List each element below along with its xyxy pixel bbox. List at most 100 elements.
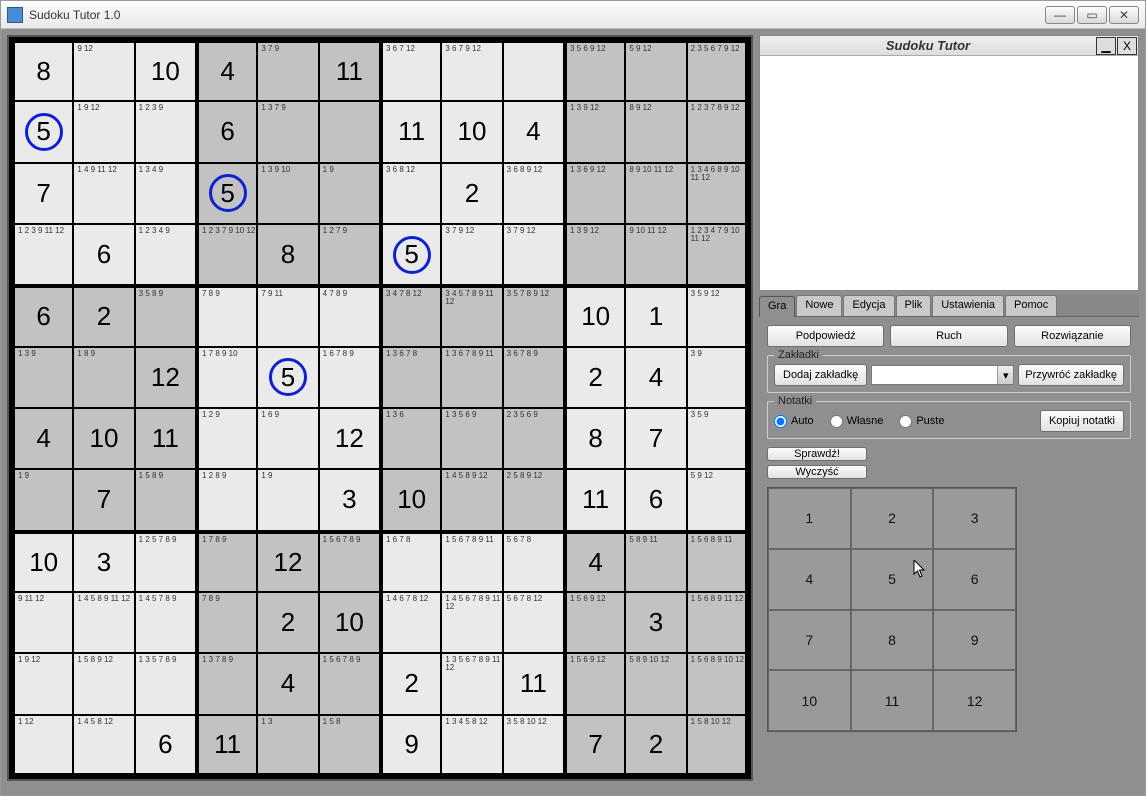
cell-r6-c0[interactable]: 4 <box>12 408 73 469</box>
cell-r5-c2[interactable]: 12 <box>135 347 196 408</box>
cell-r7-c2[interactable]: 1 5 8 9 <box>135 469 196 530</box>
solve-button[interactable]: Rozwiązanie <box>1014 325 1131 347</box>
cell-r0-c2[interactable]: 10 <box>135 40 196 101</box>
cell-r11-c6[interactable]: 9 <box>380 715 441 776</box>
cell-r5-c3[interactable]: 1 7 8 9 10 <box>196 347 257 408</box>
check-button[interactable]: Sprawdź! <box>767 447 867 461</box>
copy-notes-button[interactable]: Kopiuj notatki <box>1040 410 1124 432</box>
cell-r11-c3[interactable]: 11 <box>196 715 257 776</box>
cell-r7-c9[interactable]: 11 <box>564 469 625 530</box>
cell-r10-c2[interactable]: 1 3 5 7 8 9 <box>135 653 196 714</box>
numkey-10[interactable]: 10 <box>768 670 851 731</box>
cell-r8-c5[interactable]: 1 5 6 7 8 9 <box>319 531 380 592</box>
cell-r5-c8[interactable]: 3 6 7 8 9 <box>503 347 564 408</box>
clear-button[interactable]: Wyczyść <box>767 465 867 479</box>
cell-r9-c6[interactable]: 1 4 6 7 8 12 <box>380 592 441 653</box>
cell-r2-c7[interactable]: 2 <box>441 163 502 224</box>
cell-r10-c11[interactable]: 1 5 6 8 9 10 12 <box>687 653 748 714</box>
cell-r3-c0[interactable]: 1 2 3 9 11 12 <box>12 224 73 285</box>
cell-r7-c8[interactable]: 2 5 8 9 12 <box>503 469 564 530</box>
cell-r3-c9[interactable]: 1 3 9 12 <box>564 224 625 285</box>
cell-r11-c11[interactable]: 1 5 8 10 12 <box>687 715 748 776</box>
cell-r4-c5[interactable]: 4 7 8 9 <box>319 285 380 346</box>
numkey-8[interactable]: 8 <box>851 610 934 671</box>
cell-r0-c7[interactable]: 3 6 7 9 12 <box>441 40 502 101</box>
cell-r8-c2[interactable]: 1 2 5 7 8 9 <box>135 531 196 592</box>
cell-r6-c10[interactable]: 7 <box>625 408 686 469</box>
cell-r0-c11[interactable]: 2 3 5 6 7 9 12 <box>687 40 748 101</box>
cell-r11-c0[interactable]: 1 12 <box>12 715 73 776</box>
cell-r8-c7[interactable]: 1 5 6 7 8 9 11 <box>441 531 502 592</box>
numkey-6[interactable]: 6 <box>933 549 1016 610</box>
add-bookmark-button[interactable]: Dodaj zakładkę <box>774 364 867 386</box>
cell-r0-c10[interactable]: 5 9 12 <box>625 40 686 101</box>
cell-r8-c6[interactable]: 1 6 7 8 <box>380 531 441 592</box>
cell-r3-c10[interactable]: 9 10 11 12 <box>625 224 686 285</box>
numkey-1[interactable]: 1 <box>768 488 851 549</box>
cell-r2-c8[interactable]: 3 6 8 9 12 <box>503 163 564 224</box>
cell-r11-c8[interactable]: 3 5 8 10 12 <box>503 715 564 776</box>
cell-r10-c6[interactable]: 2 <box>380 653 441 714</box>
cell-r0-c1[interactable]: 9 12 <box>73 40 134 101</box>
cell-r4-c2[interactable]: 3 5 8 9 <box>135 285 196 346</box>
cell-r4-c7[interactable]: 3 4 5 7 8 9 11 12 <box>441 285 502 346</box>
cell-r0-c9[interactable]: 3 5 6 9 12 <box>564 40 625 101</box>
cell-r6-c6[interactable]: 1 3 6 <box>380 408 441 469</box>
cell-r9-c2[interactable]: 1 4 5 7 8 9 <box>135 592 196 653</box>
cell-r7-c4[interactable]: 1 9 <box>257 469 318 530</box>
cell-r10-c4[interactable]: 4 <box>257 653 318 714</box>
cell-r9-c8[interactable]: 5 6 7 8 12 <box>503 592 564 653</box>
cell-r8-c3[interactable]: 1 7 8 9 <box>196 531 257 592</box>
cell-r4-c10[interactable]: 1 <box>625 285 686 346</box>
cell-r6-c8[interactable]: 2 3 5 6 9 <box>503 408 564 469</box>
cell-r3-c6[interactable]: 5 <box>380 224 441 285</box>
cell-r5-c4[interactable]: 5 <box>257 347 318 408</box>
cell-r10-c10[interactable]: 5 8 9 10 12 <box>625 653 686 714</box>
cell-r1-c3[interactable]: 6 <box>196 101 257 162</box>
cell-r0-c0[interactable]: 8 <box>12 40 73 101</box>
cell-r4-c1[interactable]: 2 <box>73 285 134 346</box>
cell-r1-c6[interactable]: 11 <box>380 101 441 162</box>
cell-r10-c5[interactable]: 1 5 6 7 8 9 <box>319 653 380 714</box>
cell-r5-c5[interactable]: 1 6 7 8 9 <box>319 347 380 408</box>
cell-r7-c10[interactable]: 6 <box>625 469 686 530</box>
cell-r2-c0[interactable]: 7 <box>12 163 73 224</box>
cell-r4-c11[interactable]: 3 5 9 12 <box>687 285 748 346</box>
cell-r9-c3[interactable]: 7 8 9 <box>196 592 257 653</box>
cell-r1-c4[interactable]: 1 3 7 9 <box>257 101 318 162</box>
cell-r11-c5[interactable]: 1 5 8 <box>319 715 380 776</box>
tab-gra[interactable]: Gra <box>759 296 795 317</box>
cell-r5-c1[interactable]: 1 8 9 <box>73 347 134 408</box>
numkey-12[interactable]: 12 <box>933 670 1016 731</box>
cell-r6-c7[interactable]: 1 3 5 6 9 <box>441 408 502 469</box>
cell-r4-c8[interactable]: 3 5 7 8 9 12 <box>503 285 564 346</box>
cell-r9-c0[interactable]: 9 11 12 <box>12 592 73 653</box>
cell-r5-c10[interactable]: 4 <box>625 347 686 408</box>
cell-r7-c0[interactable]: 1 9 <box>12 469 73 530</box>
cell-r4-c0[interactable]: 6 <box>12 285 73 346</box>
numkey-2[interactable]: 2 <box>851 488 934 549</box>
cell-r9-c9[interactable]: 1 5 6 9 12 <box>564 592 625 653</box>
cell-r1-c0[interactable]: 5 <box>12 101 73 162</box>
cell-r2-c3[interactable]: 5 <box>196 163 257 224</box>
panel-minimize-icon[interactable]: ▁ <box>1096 37 1116 55</box>
tab-nowe[interactable]: Nowe <box>796 295 842 316</box>
cell-r7-c11[interactable]: 5 9 12 <box>687 469 748 530</box>
cell-r11-c2[interactable]: 6 <box>135 715 196 776</box>
cell-r7-c1[interactable]: 7 <box>73 469 134 530</box>
cell-r9-c4[interactable]: 2 <box>257 592 318 653</box>
cell-r10-c7[interactable]: 1 3 5 6 7 8 9 11 12 <box>441 653 502 714</box>
cell-r3-c8[interactable]: 3 7 9 12 <box>503 224 564 285</box>
cell-r7-c6[interactable]: 10 <box>380 469 441 530</box>
cell-r9-c10[interactable]: 3 <box>625 592 686 653</box>
cell-r6-c2[interactable]: 11 <box>135 408 196 469</box>
cell-r11-c1[interactable]: 1 4 5 8 12 <box>73 715 134 776</box>
cell-r6-c9[interactable]: 8 <box>564 408 625 469</box>
cell-r10-c3[interactable]: 1 3 7 8 9 <box>196 653 257 714</box>
cell-r6-c1[interactable]: 10 <box>73 408 134 469</box>
cell-r2-c2[interactable]: 1 3 4 9 <box>135 163 196 224</box>
cell-r3-c11[interactable]: 1 2 3 4 7 9 10 11 12 <box>687 224 748 285</box>
cell-r0-c3[interactable]: 4 <box>196 40 257 101</box>
cell-r6-c4[interactable]: 1 6 9 <box>257 408 318 469</box>
cell-r0-c5[interactable]: 11 <box>319 40 380 101</box>
